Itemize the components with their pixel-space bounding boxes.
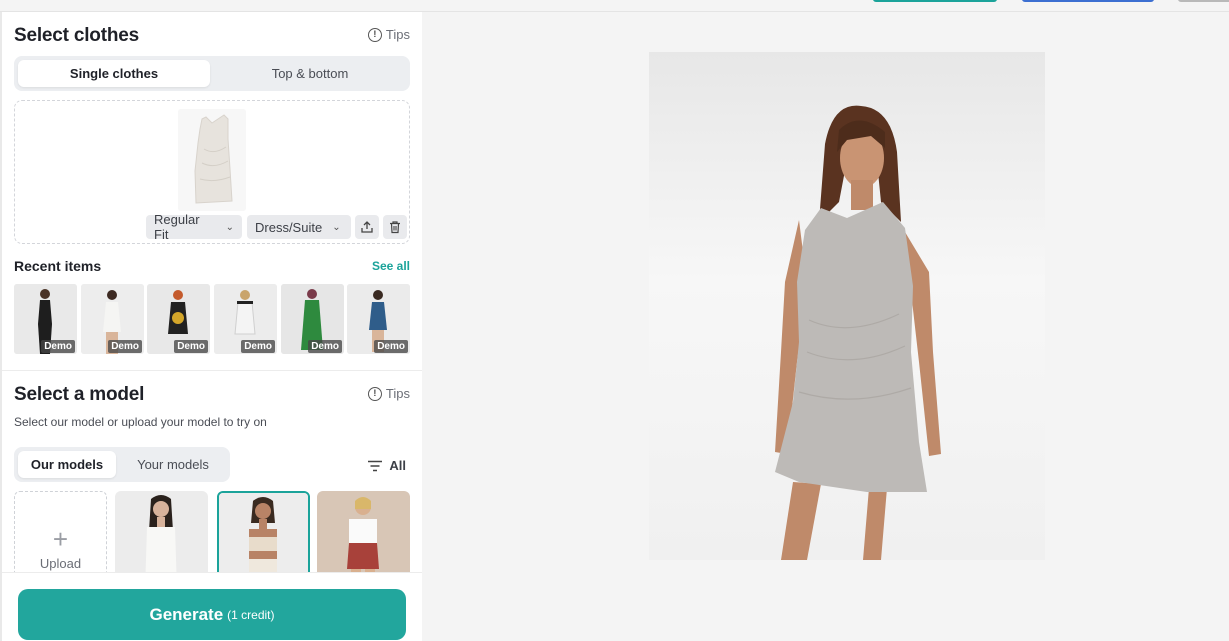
recent-item[interactable]: Demo [81, 284, 144, 354]
generate-button[interactable]: Generate (1 credit) [18, 589, 406, 640]
upload-label: Upload [39, 556, 82, 571]
category-select-value: Dress/Suite [255, 219, 323, 235]
recent-item[interactable]: Demo [214, 284, 277, 354]
category-select[interactable]: Dress/Suite ⌄ [247, 215, 351, 239]
settings-panel: Select clothes ! Tips Single clothes Top… [2, 12, 422, 641]
demo-badge: Demo [308, 340, 342, 353]
clothes-dropzone[interactable]: Regular Fit ⌄ Dress/Suite ⌄ [14, 100, 410, 244]
plus-icon: + [52, 524, 69, 554]
top-bar [0, 0, 1229, 12]
select-clothes-title: Select clothes [14, 25, 139, 46]
model-list: + Upload [14, 491, 410, 591]
filter-icon [368, 460, 383, 471]
top-tab-indicator-3[interactable] [1178, 0, 1229, 2]
demo-badge: Demo [374, 340, 408, 353]
select-model-title: Select a model [14, 384, 145, 405]
generate-credit: (1 credit) [227, 607, 275, 622]
clothes-mode-tabs: Single clothes Top & bottom [14, 56, 410, 91]
model-tips-link[interactable]: ! Tips [367, 386, 410, 401]
tips-label: Tips [385, 386, 410, 401]
fit-select[interactable]: Regular Fit ⌄ [146, 212, 242, 242]
recent-item[interactable]: Demo [347, 284, 410, 354]
info-icon: ! [367, 386, 382, 401]
demo-badge: Demo [174, 340, 208, 353]
demo-badge: Demo [108, 340, 142, 353]
recent-items-list: Demo Demo Demo Demo Demo Demo [14, 284, 410, 354]
result-preview-image [649, 52, 1045, 560]
demo-badge: Demo [241, 340, 275, 353]
model-source-tabs: Our models Your models [14, 447, 230, 482]
chevron-down-icon: ⌄ [332, 221, 341, 233]
chevron-down-icon: ⌄ [225, 221, 234, 233]
filter-label: All [389, 458, 406, 473]
fit-select-value: Regular Fit [154, 212, 200, 242]
generate-label: Generate [149, 604, 224, 624]
tab-single-clothes[interactable]: Single clothes [18, 60, 210, 87]
generate-footer: Generate (1 credit) [2, 572, 422, 641]
upload-garment-button[interactable] [355, 215, 379, 239]
tab-our-models[interactable]: Our models [18, 451, 116, 478]
recent-item[interactable]: Demo [14, 284, 77, 354]
delete-garment-button[interactable] [383, 215, 407, 239]
section-divider [2, 370, 422, 371]
recent-item[interactable]: Demo [281, 284, 344, 354]
clothes-tips-link[interactable]: ! Tips [367, 27, 410, 42]
trash-icon [390, 221, 400, 234]
garment-image [178, 109, 246, 211]
info-icon: ! [367, 27, 382, 42]
recent-items-title: Recent items [14, 258, 102, 274]
recent-item[interactable]: Demo [147, 284, 210, 354]
see-all-link[interactable]: See all [372, 259, 410, 273]
top-tab-indicator-2[interactable] [1022, 0, 1154, 2]
model-description: Select our model or upload your model to… [14, 415, 267, 429]
model-filter-button[interactable]: All [367, 458, 406, 473]
upload-icon [361, 221, 373, 233]
tips-label: Tips [385, 27, 410, 42]
demo-badge: Demo [41, 340, 75, 353]
top-tab-indicator[interactable] [873, 0, 997, 2]
tab-top-bottom[interactable]: Top & bottom [214, 60, 406, 87]
tab-your-models[interactable]: Your models [120, 451, 226, 478]
